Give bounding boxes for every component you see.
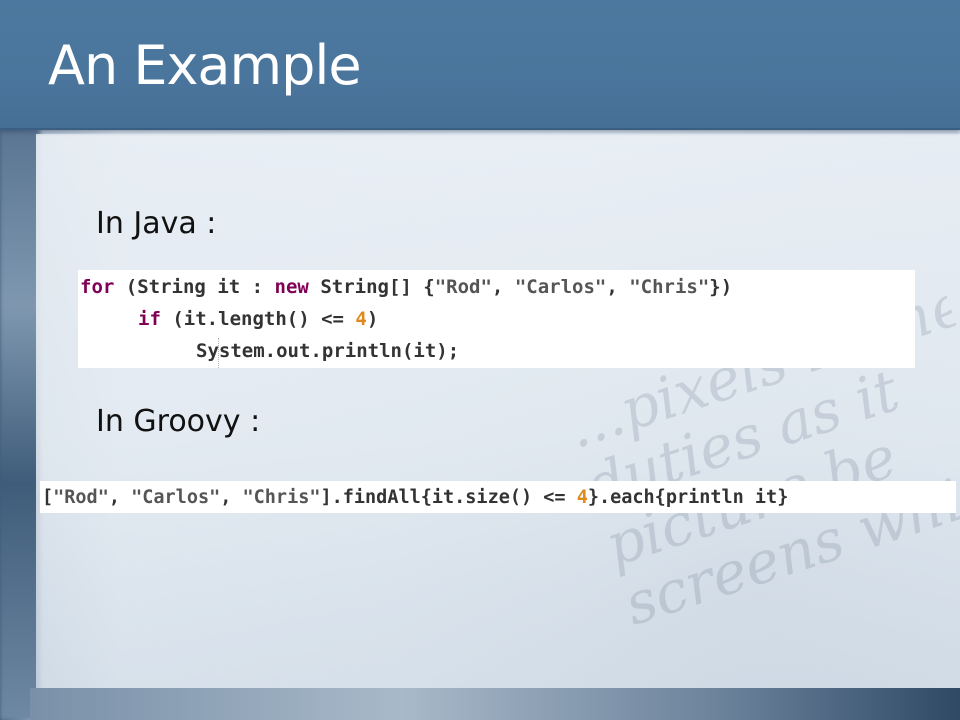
code-punctuation: ( xyxy=(401,340,414,362)
java-code-line-1: for (String it : new String[] {"Rod", "C… xyxy=(80,271,732,303)
java-code-snippet: for (String it : new String[] {"Rod", "C… xyxy=(78,270,915,368)
code-keyword: if xyxy=(138,308,161,330)
code-punctuation: ]. xyxy=(320,487,343,508)
code-punctuation: , xyxy=(108,487,132,508)
code-punctuation: , xyxy=(220,487,243,508)
groovy-code-line-1: ["Rod", "Carlos", "Chris"].findAll{it.si… xyxy=(42,482,788,514)
code-punctuation: ( xyxy=(160,308,184,330)
code-punctuation: . xyxy=(264,340,277,362)
code-string-literal: "Rod" xyxy=(434,276,492,298)
code-punctuation: . xyxy=(454,487,466,508)
code-identifier: out xyxy=(276,340,311,362)
code-punctuation: . xyxy=(206,308,219,330)
code-string-literal: "Carlos" xyxy=(131,487,221,508)
code-punctuation: { xyxy=(420,487,432,508)
code-identifier: length xyxy=(218,308,287,330)
code-number-literal: 4 xyxy=(576,487,588,508)
code-punctuation: [ xyxy=(42,487,54,508)
code-punctuation: } xyxy=(777,487,789,508)
code-punctuation: ( xyxy=(114,276,138,298)
code-punctuation xyxy=(744,487,755,508)
code-punctuation: . xyxy=(310,340,322,362)
code-identifier: it xyxy=(217,276,241,298)
code-identifier: println xyxy=(665,487,744,508)
code-identifier: it xyxy=(413,340,437,362)
code-string-literal: "Rod" xyxy=(53,487,109,508)
code-string-literal: "Chris" xyxy=(629,276,710,298)
code-keyword: for xyxy=(80,276,115,298)
code-punctuation: }. xyxy=(587,487,611,508)
code-punctuation: [] { xyxy=(388,276,435,298)
code-identifier: size xyxy=(465,487,510,508)
code-punctuation: ) xyxy=(366,308,379,330)
code-punctuation: () <= xyxy=(509,487,577,508)
code-keyword: new xyxy=(274,276,309,298)
java-section-label: In Java : xyxy=(96,206,217,241)
groovy-section-label: In Groovy : xyxy=(96,404,261,439)
code-identifier: String xyxy=(320,276,389,298)
slide-title: An Example xyxy=(48,34,362,97)
background-image-bottom-edge xyxy=(30,688,960,720)
code-string-literal: "Carlos" xyxy=(514,276,607,298)
code-punctuation xyxy=(309,276,320,298)
code-identifier: each xyxy=(610,487,655,508)
title-bar: An Example xyxy=(0,0,960,130)
code-identifier: println xyxy=(321,340,402,362)
code-punctuation: { xyxy=(654,487,666,508)
code-identifier: it xyxy=(754,487,778,508)
code-punctuation xyxy=(206,276,217,298)
background-image-left-edge xyxy=(0,128,40,720)
code-identifier: it xyxy=(431,487,455,508)
code-punctuation: , xyxy=(606,276,630,298)
code-identifier: String xyxy=(137,276,206,298)
code-punctuation: , xyxy=(491,276,515,298)
code-identifier: findAll xyxy=(342,487,421,508)
groovy-code-snippet: ["Rod", "Carlos", "Chris"].findAll{it.si… xyxy=(40,481,956,513)
java-code-line-2: if (it.length() <= 4) xyxy=(138,303,378,335)
java-code-line-3: System.out.println(it); xyxy=(196,335,459,367)
code-string-literal: "Chris" xyxy=(242,487,321,508)
code-number-literal: 4 xyxy=(355,308,367,330)
code-punctuation: ); xyxy=(436,340,460,362)
code-identifier: it xyxy=(183,308,207,330)
code-identifier: System xyxy=(196,340,265,362)
code-punctuation: }) xyxy=(709,276,733,298)
code-punctuation: () <= xyxy=(286,308,356,330)
code-punctuation: : xyxy=(240,276,275,298)
